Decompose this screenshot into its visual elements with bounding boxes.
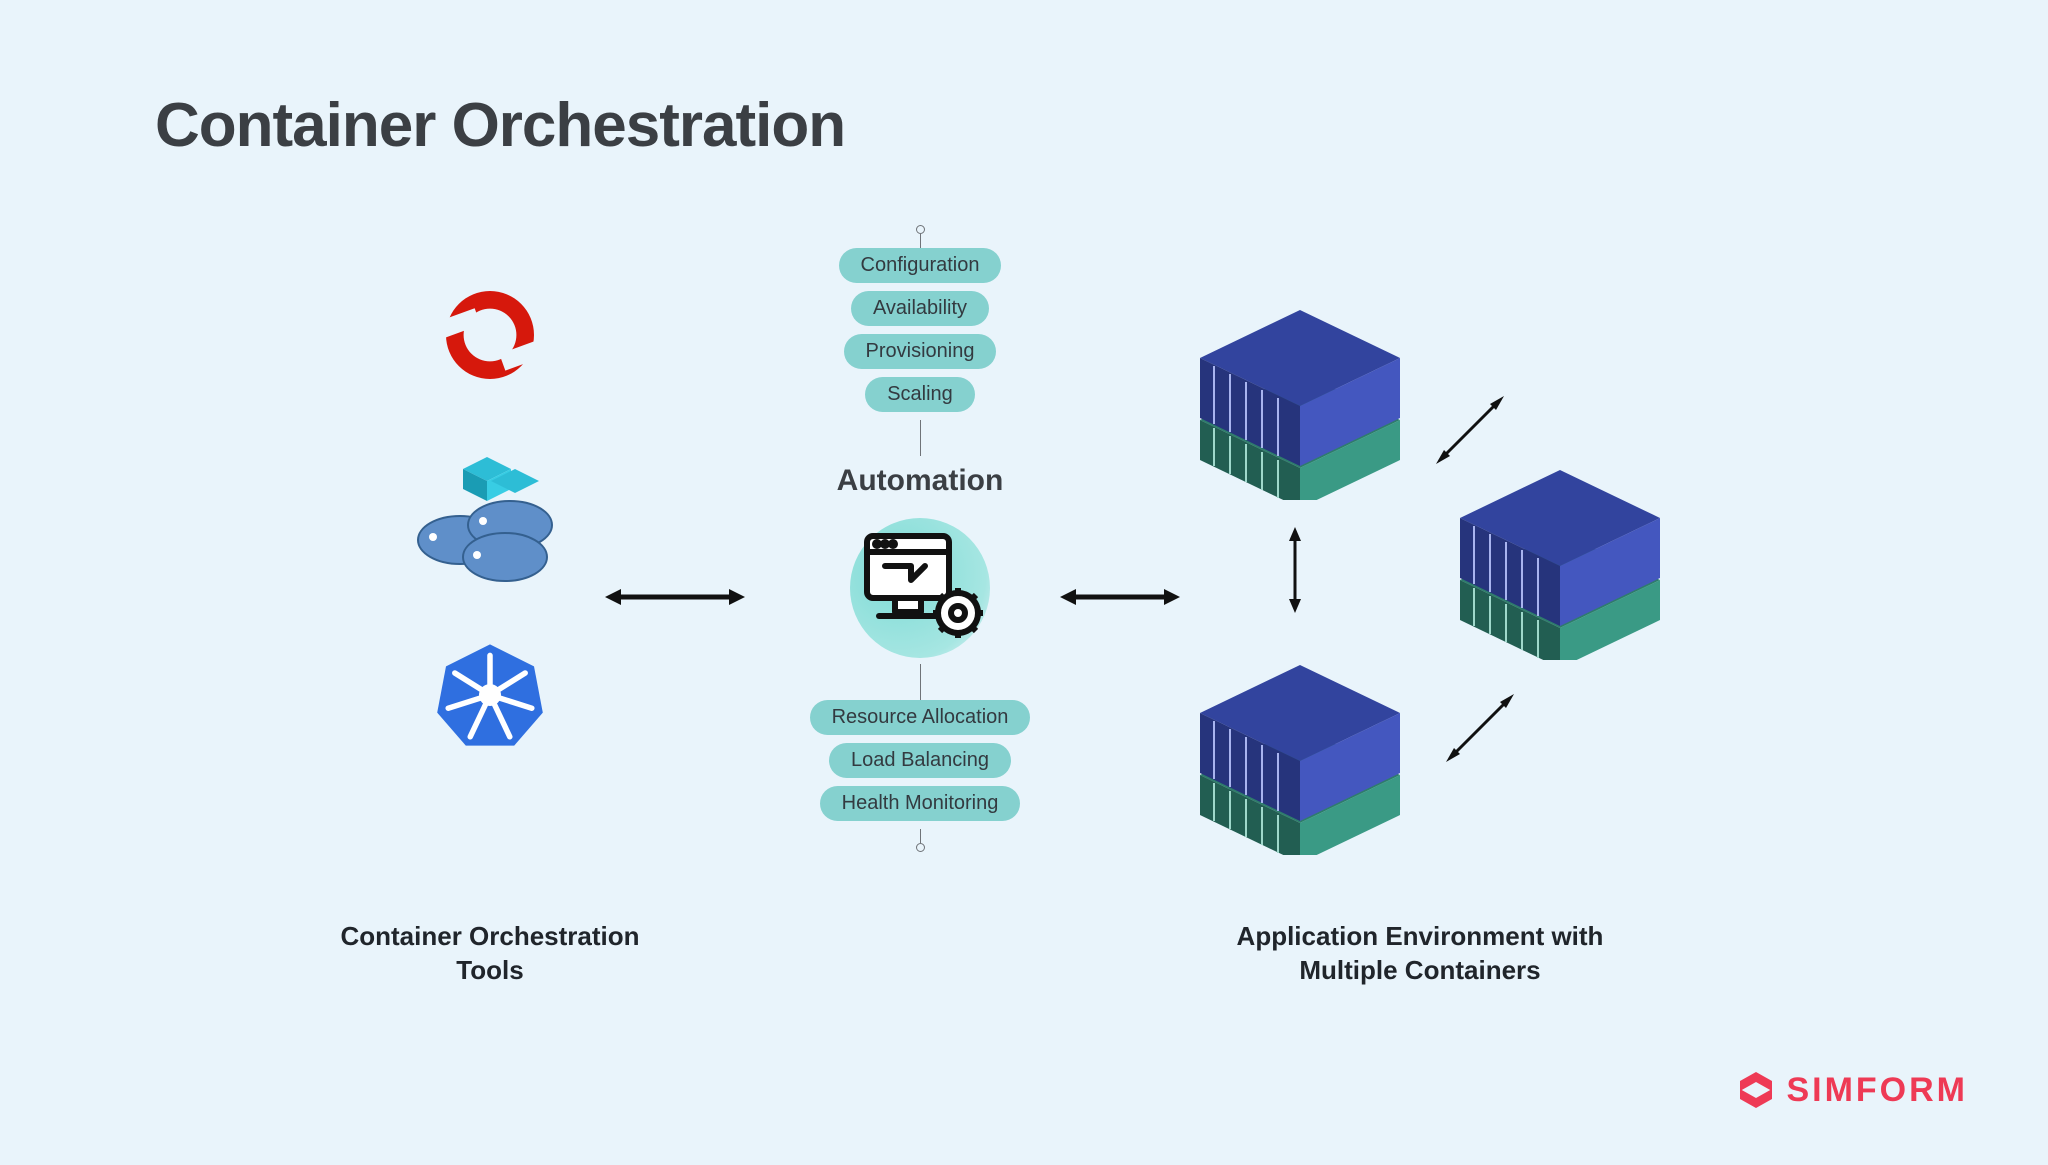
automation-icon <box>850 518 990 658</box>
automation-column: Configuration Availability Provisioning … <box>770 225 1070 852</box>
pill-scaling: Scaling <box>865 377 975 412</box>
simform-icon <box>1736 1070 1776 1110</box>
double-arrow-right <box>1060 583 1180 611</box>
tools-caption-line2: Tools <box>456 955 523 985</box>
container-stack-1 <box>1190 290 1410 500</box>
env-caption-line1: Application Environment with <box>1237 921 1604 951</box>
pill-availability: Availability <box>851 291 989 326</box>
brand-logo: SIMFORM <box>1736 1070 1968 1110</box>
docker-swarm-icon <box>405 445 575 590</box>
tools-column <box>380 280 600 755</box>
pill-configuration: Configuration <box>839 248 1002 283</box>
kubernetes-icon <box>435 640 545 755</box>
env-arrow-2 <box>1440 688 1520 773</box>
connector-line <box>920 829 921 843</box>
double-arrow-left <box>605 583 745 611</box>
connector-line <box>920 420 921 456</box>
tools-caption-line1: Container Orchestration <box>340 921 639 951</box>
env-caption-line2: Multiple Containers <box>1299 955 1540 985</box>
container-stack-2 <box>1450 450 1670 660</box>
connector-line <box>920 664 921 700</box>
openshift-icon <box>435 280 545 395</box>
tools-caption: Container Orchestration Tools <box>300 920 680 988</box>
page-title: Container Orchestration <box>155 90 845 161</box>
container-stack-3 <box>1190 645 1410 855</box>
pill-resource-allocation: Resource Allocation <box>810 700 1031 735</box>
pill-load-balancing: Load Balancing <box>829 743 1011 778</box>
connector-dot-top <box>916 225 925 234</box>
env-arrow-1 <box>1430 390 1510 475</box>
pill-health-monitoring: Health Monitoring <box>820 786 1021 821</box>
env-caption: Application Environment with Multiple Co… <box>1140 920 1700 988</box>
brand-text: SIMFORM <box>1786 1071 1968 1110</box>
pill-provisioning: Provisioning <box>844 334 997 369</box>
connector-dot-bottom <box>916 843 925 852</box>
automation-label: Automation <box>837 464 1004 498</box>
connector-line <box>920 234 921 248</box>
env-arrow-3 <box>1280 520 1310 625</box>
